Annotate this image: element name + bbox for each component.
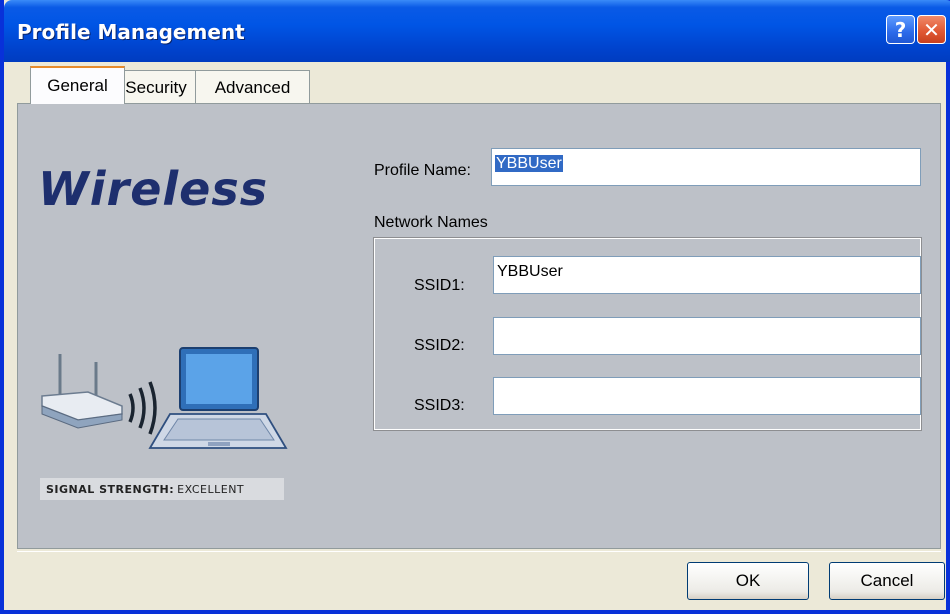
profile-name-label: Profile Name: [374,162,471,179]
cancel-button[interactable]: Cancel [829,562,945,600]
tab-advanced[interactable]: Advanced [195,70,310,104]
profile-name-input[interactable]: YBBUser [491,148,921,186]
signal-strength-label: SIGNAL STRENGTH: [46,482,175,496]
wireless-logo: Wireless [38,162,269,216]
help-button[interactable]: ? [886,15,915,44]
ssid1-input[interactable]: YBBUser [493,256,921,294]
title-bar[interactable]: Profile Management ? ✕ [4,0,950,62]
profile-management-window: Profile Management ? ✕ Security Advanced… [0,0,950,614]
close-button[interactable]: ✕ [917,15,946,44]
tab-general[interactable]: General [30,66,125,104]
close-icon: ✕ [923,17,940,42]
ok-button[interactable]: OK [687,562,809,600]
ssid2-label: SSID2: [414,337,465,354]
ssid1-label: SSID1: [414,277,465,294]
ssid3-label: SSID3: [414,397,465,414]
help-icon: ? [894,17,907,42]
router-laptop-icon [41,347,288,449]
tab-security[interactable]: Security [113,70,199,104]
signal-strength-value: EXCELLENT [177,482,245,496]
signal-strength-indicator: SIGNAL STRENGTH: EXCELLENT [40,478,284,500]
general-tab-panel: Wireless SIGNAL STRENGTH: EXCELLENT Prof… [17,103,941,549]
profile-name-value: YBBUser [495,155,563,172]
network-names-label: Network Names [374,214,488,231]
footer-divider [17,551,941,552]
ssid3-input[interactable] [493,377,921,415]
ssid2-input[interactable] [493,317,921,355]
window-title: Profile Management [17,20,245,44]
